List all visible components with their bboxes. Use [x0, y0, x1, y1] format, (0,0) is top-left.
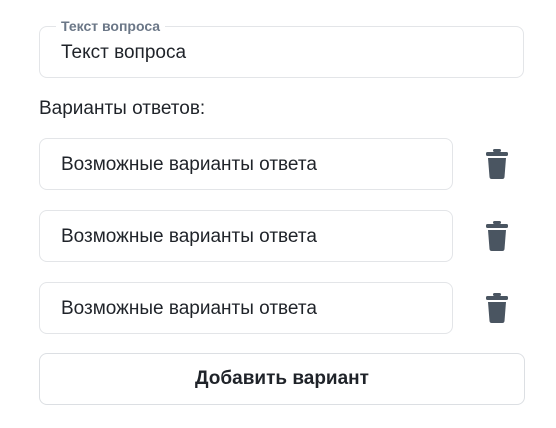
answer-option-input[interactable]: Возможные варианты ответа: [39, 210, 453, 262]
question-text-field[interactable]: Текст вопроса Текст вопроса: [39, 17, 524, 78]
answer-option-row: Возможные варианты ответа: [39, 282, 519, 334]
trash-icon: [486, 149, 508, 179]
answer-option-input[interactable]: Возможные варианты ответа: [39, 138, 453, 190]
delete-option-button[interactable]: [479, 292, 515, 324]
question-text-label: Текст вопроса: [56, 17, 166, 35]
add-option-button[interactable]: Добавить вариант: [39, 353, 525, 405]
delete-option-button[interactable]: [479, 220, 515, 252]
answer-option-value[interactable]: Возможные варианты ответа: [61, 226, 317, 248]
trash-icon: [486, 293, 508, 323]
answer-option-row: Возможные варианты ответа: [39, 210, 519, 262]
answer-option-input[interactable]: Возможные варианты ответа: [39, 282, 453, 334]
trash-icon: [486, 221, 508, 251]
answer-options-label: Варианты ответов:: [39, 98, 206, 119]
delete-option-button[interactable]: [479, 148, 515, 180]
answer-option-value[interactable]: Возможные варианты ответа: [61, 298, 317, 320]
answer-option-value[interactable]: Возможные варианты ответа: [61, 154, 317, 176]
question-text-value[interactable]: Текст вопроса: [61, 42, 186, 64]
answer-option-row: Возможные варианты ответа: [39, 138, 519, 190]
